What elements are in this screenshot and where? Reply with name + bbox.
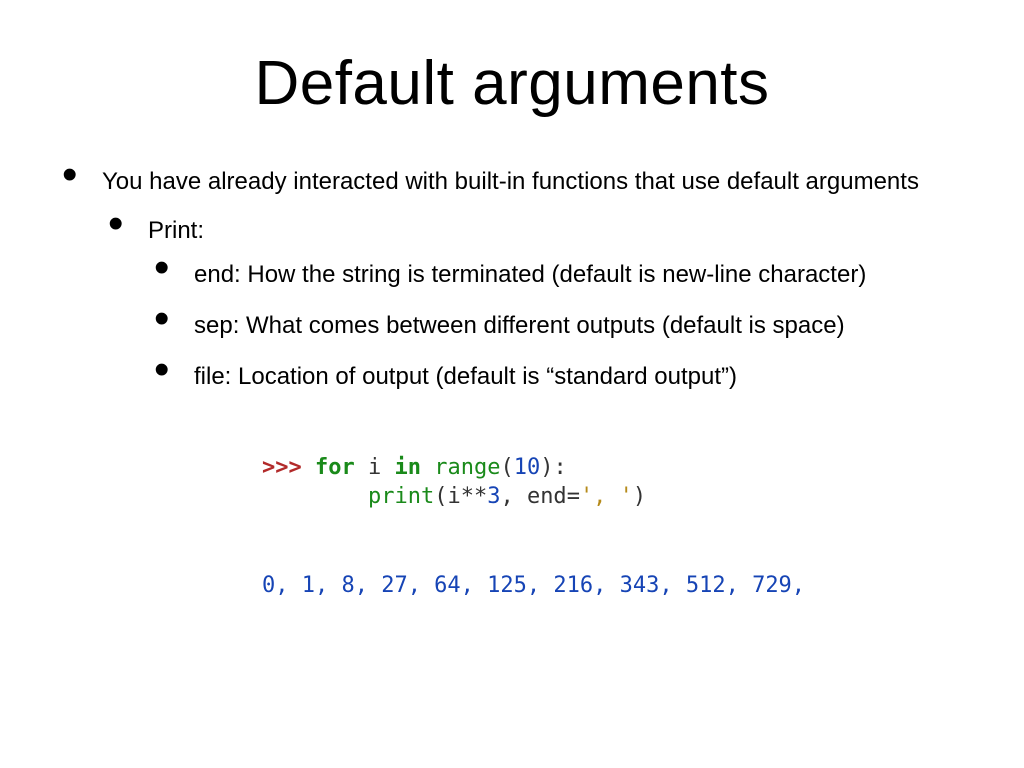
bullet-file: file: Location of output (default is “st… (154, 362, 984, 393)
code-prompt: >>> (262, 455, 315, 480)
fn-range: range (434, 455, 500, 480)
paren-close-colon: ): (540, 455, 567, 480)
space-1 (421, 455, 434, 480)
comma-end: , end (500, 484, 566, 509)
bullet-print: Print: end: How the string is terminated… (108, 216, 984, 393)
num-10: 10 (514, 455, 541, 480)
eq: = (567, 484, 580, 509)
bullet-intro: You have already interacted with built-i… (62, 167, 984, 393)
num-3: 3 (487, 484, 500, 509)
bullet-intro-text: You have already interacted with built-i… (102, 168, 919, 195)
bullet-sep: sep: What comes between different output… (154, 311, 984, 342)
code-example: >>> for i in range(10): print(i**3, end=… (262, 453, 984, 601)
bullet-list-level2: Print: end: How the string is terminated… (108, 216, 984, 393)
indent (262, 484, 368, 509)
arg-close: ) (633, 484, 646, 509)
slide-title: Default arguments (0, 0, 1024, 119)
paren-open: ( (500, 455, 513, 480)
kw-for: for (315, 455, 355, 480)
code-output: 0, 1, 8, 27, 64, 125, 216, 343, 512, 729… (262, 573, 818, 598)
bullet-file-text: file: Location of output (default is “st… (194, 363, 737, 390)
var-i: i (355, 455, 395, 480)
kw-in: in (394, 455, 421, 480)
bullet-end: end: How the string is terminated (defau… (154, 260, 984, 291)
bullet-print-text: Print: (148, 217, 204, 244)
bullet-end-text: end: How the string is terminated (defau… (194, 261, 866, 288)
bullet-sep-text: sep: What comes between different output… (194, 312, 845, 339)
slide: Default arguments You have already inter… (0, 0, 1024, 768)
op-pow: ** (461, 484, 488, 509)
bullet-list-level3: end: How the string is terminated (defau… (154, 260, 984, 392)
arg-open: (i (434, 484, 461, 509)
slide-body: You have already interacted with built-i… (62, 167, 984, 601)
fn-print: print (368, 484, 434, 509)
str-sep: ', ' (580, 484, 633, 509)
bullet-list: You have already interacted with built-i… (62, 167, 984, 393)
